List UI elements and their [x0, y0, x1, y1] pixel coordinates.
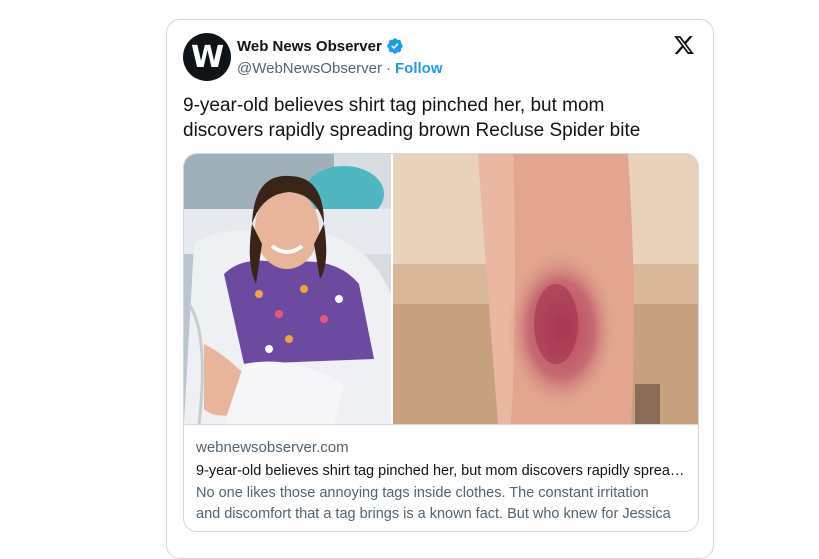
separator-dot: · [386, 60, 391, 77]
tweet-text-line: discovers rapidly spreading brown Reclus… [183, 120, 641, 141]
link-preview-card[interactable]: webnewsobserver.com 9-year-old believes … [183, 153, 699, 532]
link-description: No one likes those annoying tags inside … [196, 483, 686, 525]
link-title: 9-year-old believes shirt tag pinched he… [196, 463, 686, 479]
tweet-text: 9-year-old believes shirt tag pinched he… [183, 93, 683, 143]
link-description-line: and discomfort that a tag brings is a kn… [196, 506, 671, 522]
link-description-line: No one likes those annoying tags inside … [196, 485, 649, 501]
link-preview-meta: webnewsobserver.com 9-year-old believes … [184, 424, 698, 525]
x-logo-icon[interactable] [673, 34, 695, 56]
author-handle[interactable]: @WebNewsObserver [237, 60, 382, 77]
tweet-text-line: 9-year-old believes shirt tag pinched he… [183, 95, 605, 116]
tweet-card[interactable]: W Web News Observer @WebNewsObserver · F… [166, 19, 714, 559]
author-avatar[interactable]: W [183, 33, 231, 81]
avatar-letter: W [190, 39, 224, 75]
link-domain: webnewsobserver.com [196, 439, 349, 456]
author-info: Web News Observer @WebNewsObserver · Fol… [237, 37, 443, 78]
follow-link[interactable]: Follow [395, 60, 443, 77]
link-preview-media[interactable] [184, 154, 698, 424]
verified-badge-icon [387, 38, 403, 54]
photo-arm-bite [393, 154, 698, 424]
photo-girl-hospital-bed [184, 154, 391, 424]
author-display-name[interactable]: Web News Observer [237, 38, 382, 55]
